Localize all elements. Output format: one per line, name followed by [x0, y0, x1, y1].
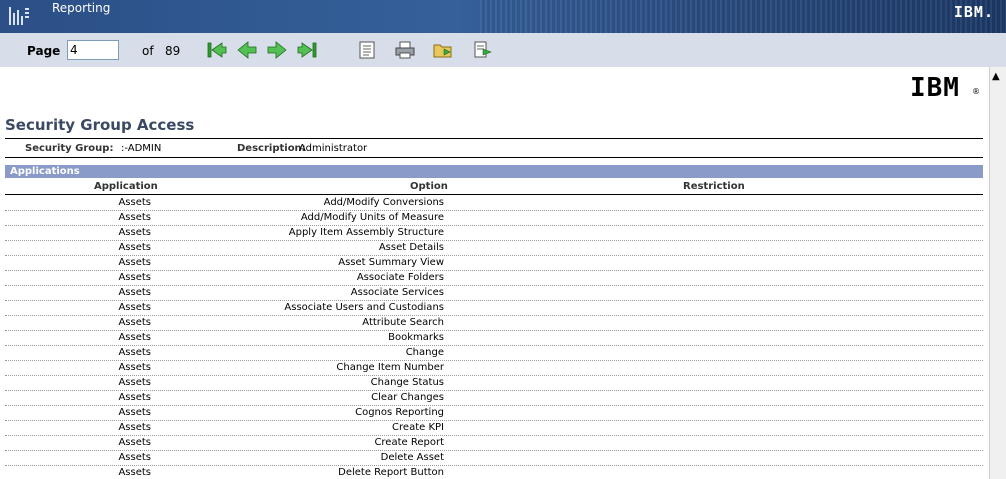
cell-application: Assets: [118, 272, 151, 283]
title-banner: Reporting IBM.: [0, 0, 1006, 33]
cell-application: Assets: [118, 362, 151, 373]
scroll-up-icon[interactable]: ▲: [992, 71, 1000, 82]
table-row: Assets Associate Users and Custodians: [5, 301, 983, 316]
table-row: Assets Bookmarks: [5, 331, 983, 346]
cell-application: Assets: [118, 392, 151, 403]
column-header-option: Option: [410, 181, 448, 192]
cell-application: Assets: [118, 452, 151, 463]
security-group-value: :-ADMIN: [121, 143, 162, 154]
page-label: Page: [27, 44, 61, 58]
table-row: Assets Associate Services: [5, 286, 983, 301]
cell-option: Attribute Search: [362, 317, 444, 328]
cell-application: Assets: [118, 197, 151, 208]
report-viewer: IBM ® Security Group Access Security Gro…: [0, 67, 989, 479]
table-row: Assets Create Report: [5, 436, 983, 451]
divider: [5, 157, 983, 158]
last-page-icon[interactable]: [296, 40, 318, 60]
cell-application: Assets: [118, 407, 151, 418]
access-table: Assets Add/Modify Conversions Assets Add/Mo…: [5, 196, 983, 479]
previous-page-icon[interactable]: [236, 40, 258, 60]
cell-option: Create Report: [374, 437, 444, 448]
table-row: Assets Delete Asset: [5, 451, 983, 466]
table-row: Assets Delete Report Button: [5, 466, 983, 479]
export-folder-icon[interactable]: [432, 40, 454, 60]
cell-application: Assets: [118, 227, 151, 238]
cell-option: Apply Item Assembly Structure: [288, 227, 444, 238]
description-value: Administrator: [299, 143, 368, 154]
divider: [5, 138, 983, 139]
description-label: Description:: [237, 143, 306, 154]
vertical-scrollbar[interactable]: ▲: [989, 67, 1006, 479]
report-title: Security Group Access: [5, 116, 195, 134]
cell-application: Assets: [118, 332, 151, 343]
document-icon[interactable]: [356, 40, 378, 60]
cell-option: Associate Folders: [356, 272, 444, 283]
cell-option: Asset Summary View: [338, 257, 444, 268]
table-row: Assets Clear Changes: [5, 391, 983, 406]
of-label: of: [142, 44, 154, 58]
page-number-input[interactable]: [67, 40, 119, 60]
cell-option: Clear Changes: [371, 392, 444, 403]
table-row: Assets Asset Details: [5, 241, 983, 256]
column-header-application: Application: [94, 181, 158, 192]
cell-option: Asset Details: [378, 242, 444, 253]
applications-section-header: Applications: [5, 165, 983, 178]
cell-application: Assets: [118, 212, 151, 223]
cell-application: Assets: [118, 347, 151, 358]
cell-option: Bookmarks: [388, 332, 444, 343]
table-row: Assets Change Item Number: [5, 361, 983, 376]
navigation-toolbar: Page of 89: [0, 33, 1006, 68]
export-document-icon[interactable]: [472, 40, 494, 60]
column-header-restriction: Restriction: [683, 181, 745, 192]
print-icon[interactable]: [394, 40, 416, 60]
cell-option: Create KPI: [392, 422, 444, 433]
cell-application: Assets: [118, 422, 151, 433]
cell-option: Add/Modify Units of Measure: [300, 212, 444, 223]
cell-option: Change: [405, 347, 444, 358]
cell-option: Delete Asset: [380, 452, 444, 463]
table-row: Assets Change Status: [5, 376, 983, 391]
table-row: Assets Add/Modify Units of Measure: [5, 211, 983, 226]
cell-option: Cognos Reporting: [355, 407, 444, 418]
table-row: Assets Associate Folders: [5, 271, 983, 286]
table-row: Assets Change: [5, 346, 983, 361]
table-row: Assets Add/Modify Conversions: [5, 196, 983, 211]
divider: [5, 194, 983, 195]
table-row: Assets Attribute Search: [5, 316, 983, 331]
next-page-icon[interactable]: [266, 40, 288, 60]
security-group-label: Security Group:: [25, 143, 114, 154]
ibm-banner-logo: IBM.: [953, 3, 994, 21]
table-row: Assets Apply Item Assembly Structure: [5, 226, 983, 241]
banner-decoration: [480, 0, 1006, 33]
cell-application: Assets: [118, 257, 151, 268]
cell-application: Assets: [118, 287, 151, 298]
section-label: Applications: [10, 166, 80, 177]
ibm-logo: IBM: [910, 73, 960, 103]
table-row: Assets Asset Summary View: [5, 256, 983, 271]
cell-option: Change Status: [370, 377, 444, 388]
cell-option: Associate Users and Custodians: [284, 302, 444, 313]
cell-application: Assets: [118, 467, 151, 478]
app-title: Reporting: [52, 1, 111, 15]
total-pages: 89: [165, 44, 181, 58]
cell-application: Assets: [118, 302, 151, 313]
cell-option: Add/Modify Conversions: [323, 197, 444, 208]
registered-mark: ®: [972, 87, 980, 96]
table-row: Assets Cognos Reporting: [5, 406, 983, 421]
cell-application: Assets: [118, 317, 151, 328]
cell-option: Associate Services: [350, 287, 444, 298]
cell-application: Assets: [118, 242, 151, 253]
reporting-app-icon: [9, 7, 29, 25]
table-row: Assets Create KPI: [5, 421, 983, 436]
cell-option: Change Item Number: [336, 362, 444, 373]
cell-option: Delete Report Button: [338, 467, 444, 478]
first-page-icon[interactable]: [206, 40, 228, 60]
cell-application: Assets: [118, 437, 151, 448]
cell-application: Assets: [118, 377, 151, 388]
